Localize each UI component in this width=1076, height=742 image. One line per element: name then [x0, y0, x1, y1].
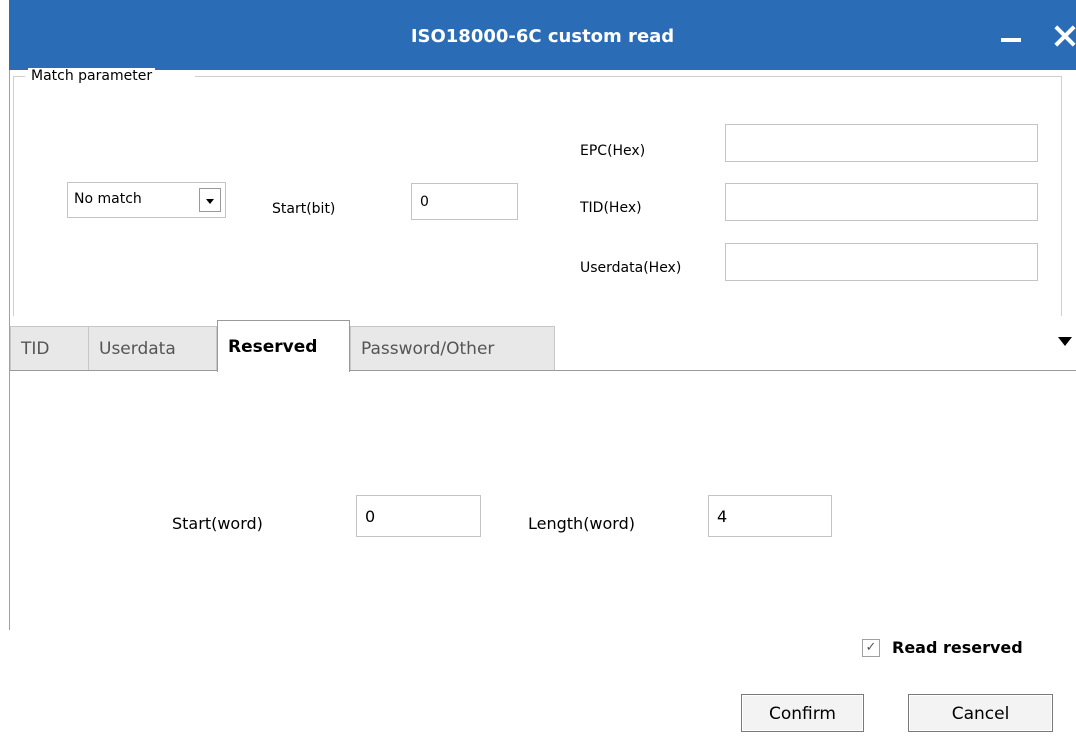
match-mode-select[interactable]: No match [67, 182, 226, 218]
tab-tid[interactable]: TID [10, 326, 89, 370]
cancel-button[interactable]: Cancel [908, 694, 1053, 732]
group-border-top-left [13, 76, 25, 77]
group-border-right [1061, 76, 1062, 316]
group-border-left [13, 76, 14, 316]
checkmark-icon: ✓ [865, 640, 877, 655]
close-icon[interactable] [1052, 23, 1076, 49]
start-bit-input[interactable] [411, 183, 518, 220]
start-bit-label: Start(bit) [272, 201, 336, 217]
confirm-button[interactable]: Confirm [741, 694, 864, 732]
minimize-icon[interactable] [1001, 38, 1021, 42]
dropdown-arrow-icon[interactable] [1058, 337, 1072, 346]
window-title: ISO18000-6C custom read [410, 26, 675, 47]
userdata-label: Userdata(Hex) [580, 260, 682, 276]
title-bar: ISO18000-6C custom read [9, 0, 1076, 70]
length-word-input[interactable] [708, 495, 832, 537]
match-mode-value: No match [74, 191, 142, 207]
epc-label: EPC(Hex) [580, 143, 646, 159]
userdata-input[interactable] [725, 243, 1038, 281]
dropdown-button[interactable] [199, 188, 221, 212]
start-word-label: Start(word) [172, 514, 263, 533]
tid-label: TID(Hex) [580, 200, 642, 216]
length-word-label: Length(word) [528, 514, 635, 533]
epc-input[interactable] [725, 124, 1038, 162]
read-reserved-label: Read reserved [892, 638, 1023, 657]
tab-userdata[interactable]: Userdata [88, 326, 217, 370]
tid-input[interactable] [725, 183, 1038, 221]
start-word-input[interactable] [356, 495, 481, 537]
tab-strip-border [10, 370, 1076, 371]
tab-reserved[interactable]: Reserved [217, 320, 350, 372]
read-reserved-checkbox[interactable]: ✓ [862, 639, 880, 657]
group-border-top-right [195, 76, 1062, 77]
tab-password-other[interactable]: Password/Other [350, 326, 555, 370]
group-label: Match parameter [28, 68, 156, 84]
chevron-down-icon [206, 199, 214, 204]
